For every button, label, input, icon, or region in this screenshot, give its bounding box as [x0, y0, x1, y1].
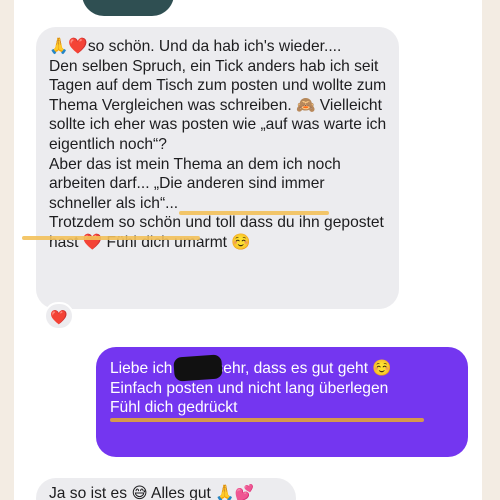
redaction-scribble [173, 354, 223, 382]
outgoing-message-bubble[interactable]: Liebe ich hoffe sehr, dass es gut geht ☺… [96, 347, 468, 457]
highlight-marker [179, 211, 329, 215]
incoming-message-text: 🙏❤️so schön. Und da hab ich's wieder....… [49, 38, 387, 251]
heart-reaction[interactable]: ❤️ [44, 302, 74, 330]
highlight-marker [22, 236, 200, 240]
incoming-message-bubble-partial[interactable]: Ja so ist es 😅 Alles gut 🙏💕 [36, 478, 296, 500]
incoming-message-text: Ja so ist es 😅 Alles gut 🙏💕 [49, 485, 255, 500]
chat-window: 🙏❤️so schön. Und da hab ich's wieder....… [14, 0, 482, 500]
media-thumbnail[interactable] [82, 0, 174, 16]
emoji-prefix: 🙏❤️ [49, 38, 88, 55]
incoming-message-bubble[interactable]: 🙏❤️so schön. Und da hab ich's wieder....… [36, 27, 399, 309]
highlight-marker [110, 418, 424, 422]
outgoing-message-text: Liebe ich hoffe sehr, dass es gut geht ☺… [110, 360, 392, 417]
